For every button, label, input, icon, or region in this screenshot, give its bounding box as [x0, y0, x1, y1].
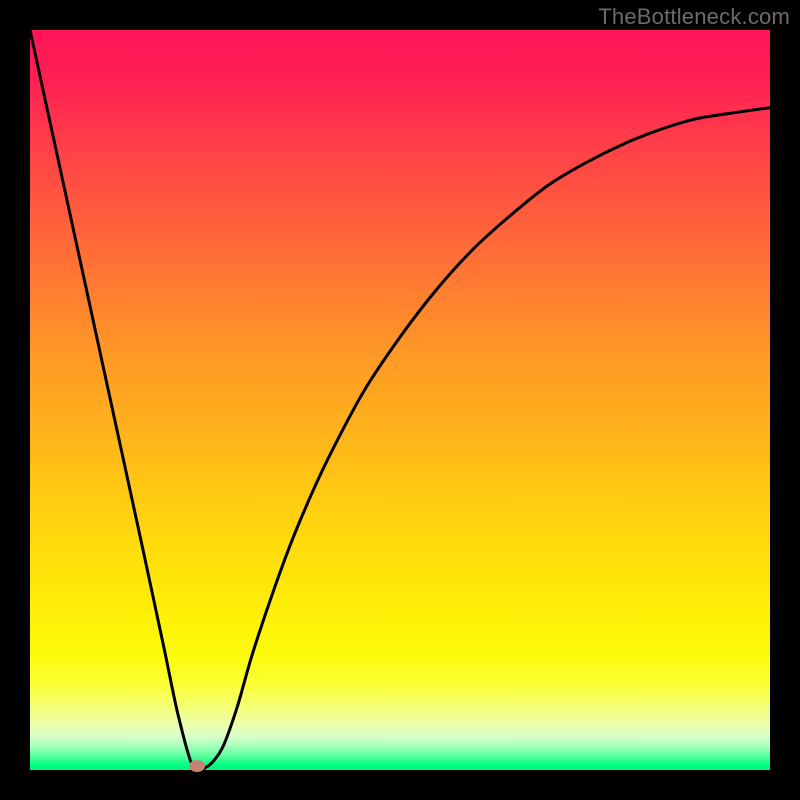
watermark-text: TheBottleneck.com [598, 4, 790, 30]
chart-frame: TheBottleneck.com [0, 0, 800, 800]
plot-area [30, 30, 770, 770]
bottleneck-curve [30, 30, 770, 770]
minimum-marker [189, 760, 205, 772]
